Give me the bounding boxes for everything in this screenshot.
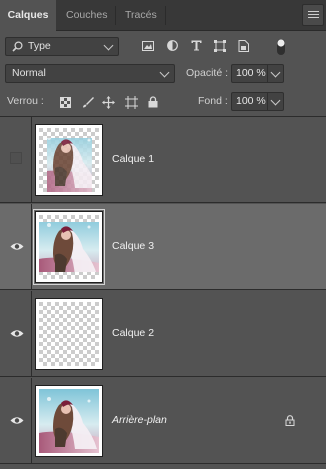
tab-separator xyxy=(165,6,166,25)
opacity-label: Opacité : xyxy=(186,67,229,79)
layer-thumbnail-image xyxy=(39,215,99,279)
layers-list: Calque 1 Calque 3 Calque 2 Arrière-plan xyxy=(0,116,326,469)
lock-toolbar: Verrou : Fond : 100 % xyxy=(0,88,326,116)
layer-thumbnail[interactable] xyxy=(35,124,103,196)
visibility-column xyxy=(0,378,32,464)
filter-toolbar: Type xyxy=(0,31,326,61)
layer-name[interactable]: Calque 2 xyxy=(112,327,154,339)
type-filter-icon[interactable] xyxy=(191,40,202,51)
eye-icon[interactable] xyxy=(10,242,24,251)
layer-row[interactable]: Calque 2 xyxy=(0,291,326,377)
layer-thumbnail-image xyxy=(39,128,99,192)
visibility-column xyxy=(0,117,32,203)
tab-couches[interactable]: Couches xyxy=(66,0,107,31)
layer-thumbnail[interactable] xyxy=(33,209,105,285)
chevron-down-icon xyxy=(159,67,170,78)
panel-menu-button[interactable] xyxy=(302,4,324,26)
blend-toolbar: Normal Opacité : 100 % xyxy=(0,61,326,88)
tab-traces[interactable]: Tracés xyxy=(125,0,157,31)
layer-thumbnail[interactable] xyxy=(35,385,103,457)
search-icon xyxy=(12,41,23,52)
eye-icon[interactable] xyxy=(10,416,24,425)
eye-icon[interactable] xyxy=(10,329,24,338)
layer-name[interactable]: Calque 1 xyxy=(112,153,154,165)
opacity-input[interactable]: 100 % xyxy=(231,64,268,83)
fill-slider-button[interactable] xyxy=(268,92,284,111)
layer-row-selected[interactable]: Calque 3 xyxy=(0,204,326,290)
layer-thumbnail-image xyxy=(39,389,99,453)
layer-name[interactable]: Arrière-plan xyxy=(112,414,167,426)
layer-name[interactable]: Calque 3 xyxy=(112,240,154,252)
opacity-slider-button[interactable] xyxy=(268,64,284,83)
blend-mode-select[interactable]: Normal xyxy=(5,64,175,83)
tab-separator xyxy=(115,6,116,25)
filter-type-label: Type xyxy=(28,40,51,52)
chevron-down-icon xyxy=(103,40,114,51)
lock-transparent-pixels-icon[interactable] xyxy=(60,97,71,108)
tab-calques[interactable]: Calques xyxy=(0,0,56,32)
layer-thumbnail-image xyxy=(39,302,99,366)
fill-input[interactable]: 100 % xyxy=(231,92,268,111)
lock-artboard-icon[interactable] xyxy=(125,96,138,109)
layer-row-background[interactable]: Arrière-plan xyxy=(0,378,326,464)
blend-mode-value: Normal xyxy=(12,67,46,79)
layer-row[interactable]: Calque 1 xyxy=(0,117,326,203)
lock-position-icon[interactable] xyxy=(102,96,115,109)
fill-label: Fond : xyxy=(198,95,228,107)
image-filter-icon[interactable] xyxy=(142,41,154,51)
layer-thumbnail[interactable] xyxy=(35,298,103,370)
filter-type-select[interactable]: Type xyxy=(5,37,119,56)
lock-label: Verrou : xyxy=(7,95,44,107)
filter-toggle-icon[interactable] xyxy=(276,38,286,56)
lock-all-icon[interactable] xyxy=(148,96,158,108)
visibility-toggle-empty[interactable] xyxy=(10,152,22,164)
chevron-down-icon xyxy=(270,95,281,106)
layer-lock-icon[interactable] xyxy=(285,415,295,426)
visibility-column xyxy=(0,204,32,290)
visibility-column xyxy=(0,291,32,377)
shape-filter-icon[interactable] xyxy=(214,40,226,52)
adjustment-filter-icon[interactable] xyxy=(167,40,178,51)
chevron-down-icon xyxy=(270,67,281,78)
smart-object-filter-icon[interactable] xyxy=(238,40,249,52)
panel-tab-bar: Calques Couches Tracés xyxy=(0,0,326,32)
lock-image-pixels-icon[interactable] xyxy=(82,96,94,108)
